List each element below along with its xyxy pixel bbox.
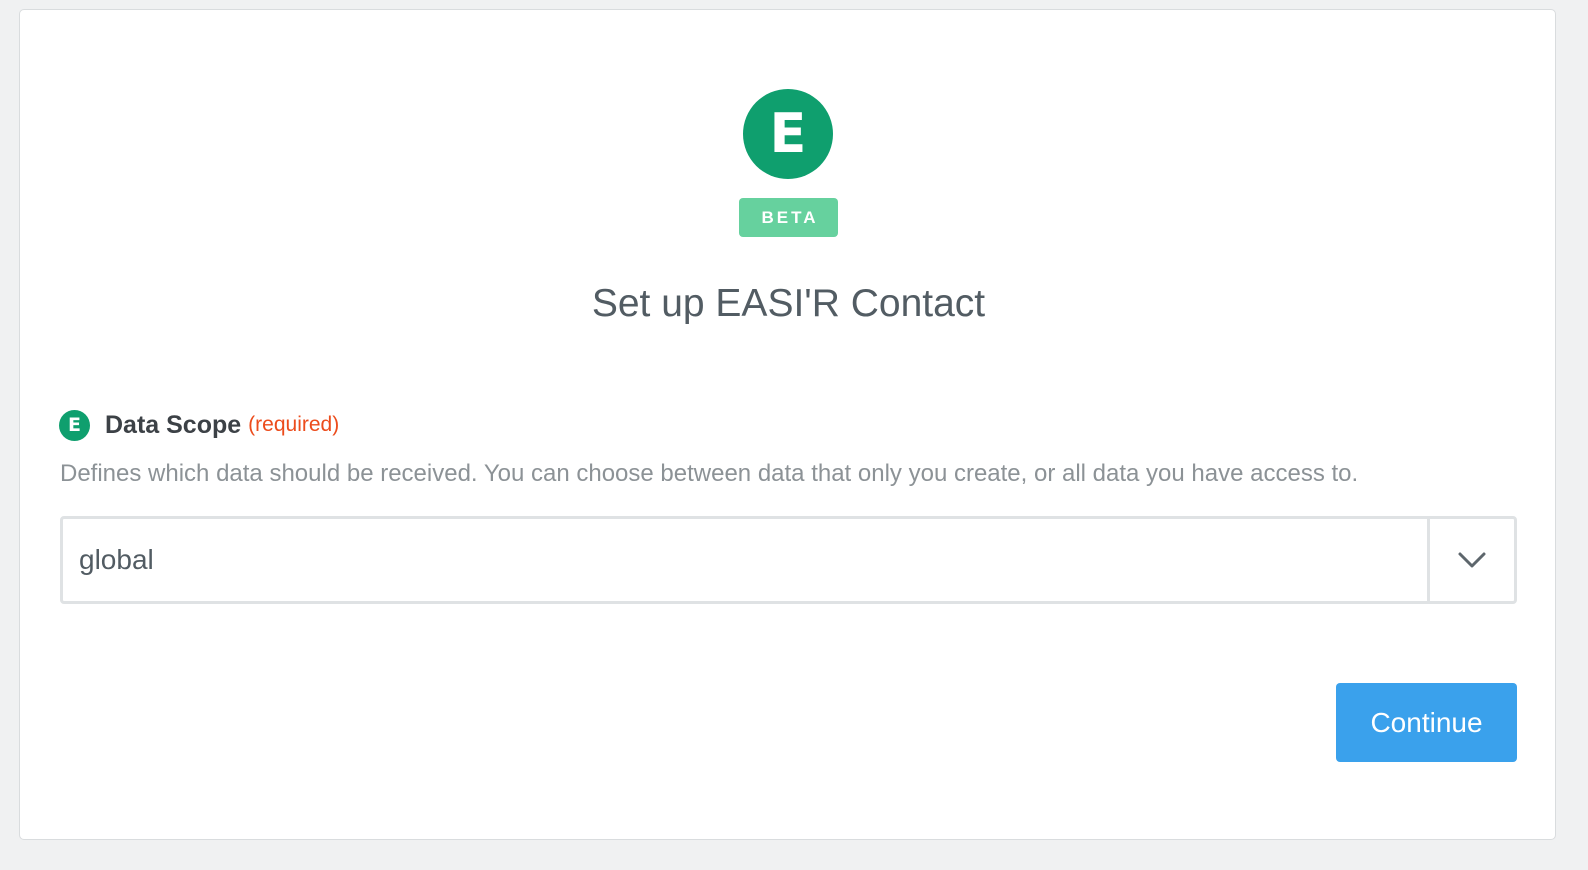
data-scope-selected-value[interactable]: global xyxy=(63,519,1427,601)
setup-card: E BETA Set up EASI'R Contact E Data Scop… xyxy=(19,9,1556,840)
required-indicator: (required) xyxy=(248,413,340,436)
continue-button[interactable]: Continue xyxy=(1336,683,1517,762)
beta-badge: BETA xyxy=(739,198,838,237)
page-title: Set up EASI'R Contact xyxy=(591,282,986,325)
data-scope-select[interactable]: global xyxy=(60,516,1517,604)
data-scope-help-text: Defines which data should be received. Y… xyxy=(60,460,1359,487)
app-field-icon: E xyxy=(59,409,90,441)
chevron-down-icon xyxy=(1458,552,1486,568)
app-logo: E xyxy=(743,89,833,179)
app-logo-letter: E xyxy=(769,102,807,165)
data-scope-label: Data Scope xyxy=(105,410,242,439)
dropdown-toggle[interactable] xyxy=(1427,519,1514,601)
data-scope-label-row: E Data Scope (required) xyxy=(59,408,339,442)
